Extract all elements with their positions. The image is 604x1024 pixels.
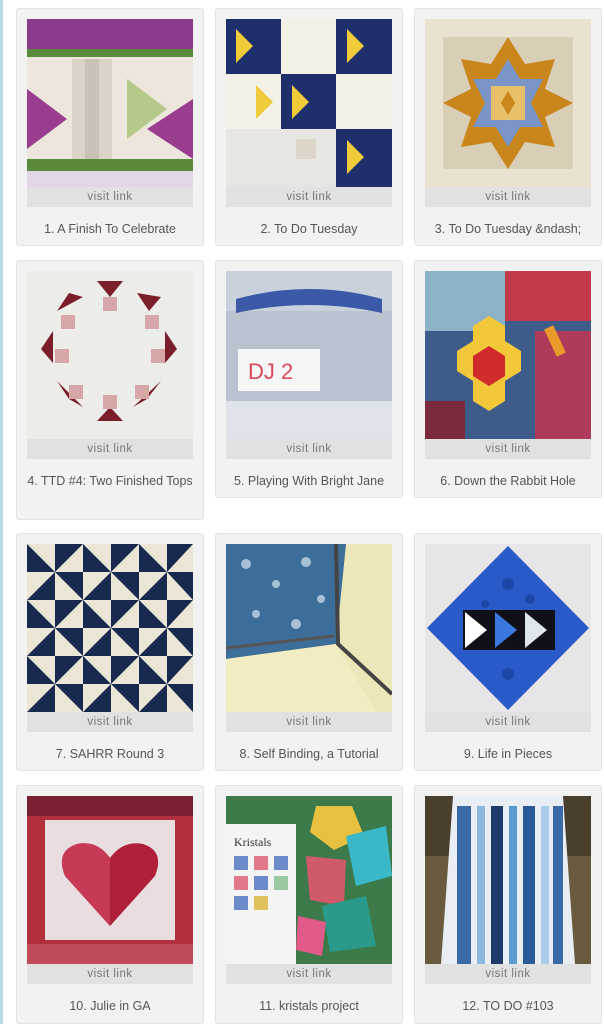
- link-card: visit link 9. Life in Pieces: [414, 533, 602, 771]
- thumbnail-image[interactable]: [226, 19, 392, 187]
- entry-title[interactable]: 8. Self Binding, a Tutorial: [222, 744, 396, 764]
- visit-link[interactable]: visit link: [425, 187, 591, 207]
- entry-title[interactable]: 2. To Do Tuesday: [222, 219, 396, 239]
- link-card: visit link 1. A Finish To Celebrate: [16, 8, 204, 246]
- link-card: visit link 8. Self Binding, a Tutorial: [215, 533, 403, 771]
- svg-text:Kristals: Kristals: [234, 835, 272, 849]
- thumbnail-image[interactable]: [27, 544, 193, 712]
- entry-title[interactable]: 4. TTD #4: Two Finished Tops: [23, 471, 197, 491]
- entry-title[interactable]: 6. Down the Rabbit Hole: [421, 471, 595, 491]
- thumbnail-image[interactable]: Kristals: [226, 796, 392, 964]
- link-card: visit link 2. To Do Tuesday: [215, 8, 403, 246]
- svg-text:DJ 2: DJ 2: [248, 359, 293, 384]
- visit-link[interactable]: visit link: [425, 439, 591, 459]
- visit-link[interactable]: visit link: [27, 187, 193, 207]
- link-card: DJ 2 visit link 5. Playing With Bright J…: [215, 260, 403, 498]
- link-card: visit link 10. Julie in GA: [16, 785, 204, 1024]
- thumbnail-image[interactable]: [425, 19, 591, 187]
- thumbnail-image[interactable]: [27, 271, 193, 439]
- link-card: visit link 4. TTD #4: Two Finished Tops: [16, 260, 204, 520]
- thumbnail-image[interactable]: [27, 19, 193, 187]
- thumbnail-image[interactable]: DJ 2: [226, 271, 392, 439]
- link-party-grid: visit link 1. A Finish To Celebrate visi…: [0, 0, 604, 1024]
- entry-title[interactable]: 9. Life in Pieces: [421, 744, 595, 764]
- visit-link[interactable]: visit link: [226, 712, 392, 732]
- visit-link[interactable]: visit link: [226, 187, 392, 207]
- visit-link[interactable]: visit link: [425, 712, 591, 732]
- entry-title[interactable]: 10. Julie in GA: [23, 996, 197, 1016]
- entry-title[interactable]: 3. To Do Tuesday &ndash;: [421, 219, 595, 239]
- link-card: visit link 6. Down the Rabbit Hole: [414, 260, 602, 498]
- entry-title[interactable]: 11. kristals project: [222, 996, 396, 1016]
- visit-link[interactable]: visit link: [226, 439, 392, 459]
- visit-link[interactable]: visit link: [226, 964, 392, 984]
- link-card: visit link 7. SAHRR Round 3: [16, 533, 204, 771]
- thumbnail-image[interactable]: [425, 544, 591, 712]
- entry-title[interactable]: 12. TO DO #103: [421, 996, 595, 1016]
- link-card: visit link 12. TO DO #103: [414, 785, 602, 1024]
- entry-title[interactable]: 7. SAHRR Round 3: [23, 744, 197, 764]
- visit-link[interactable]: visit link: [27, 439, 193, 459]
- thumbnail-image[interactable]: [226, 544, 392, 712]
- visit-link[interactable]: visit link: [27, 712, 193, 732]
- visit-link[interactable]: visit link: [27, 964, 193, 984]
- thumbnail-image[interactable]: [27, 796, 193, 964]
- link-card: visit link 3. To Do Tuesday &ndash;: [414, 8, 602, 246]
- thumbnail-image[interactable]: [425, 796, 591, 964]
- link-card: Kristals visit link 11. kristals project: [215, 785, 403, 1024]
- thumbnail-image[interactable]: [425, 271, 591, 439]
- entry-title[interactable]: 1. A Finish To Celebrate: [23, 219, 197, 239]
- entry-title[interactable]: 5. Playing With Bright Jane: [222, 471, 396, 491]
- visit-link[interactable]: visit link: [425, 964, 591, 984]
